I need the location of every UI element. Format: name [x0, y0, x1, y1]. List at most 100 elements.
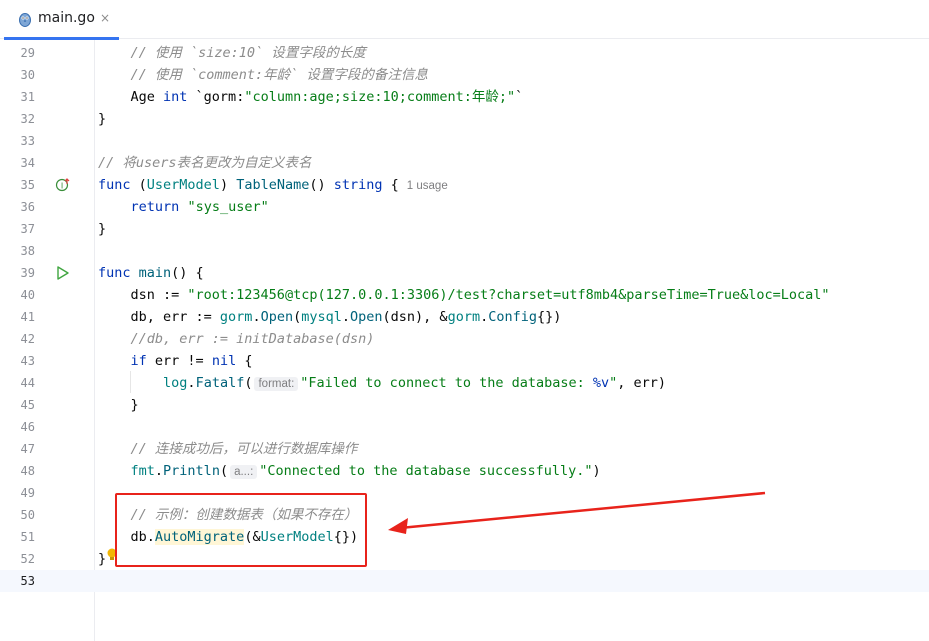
code-token: {}) [537, 309, 562, 325]
svg-text:I: I [61, 182, 63, 191]
code-token: Config [488, 309, 537, 325]
code-token: () { [171, 265, 204, 281]
code-token: gorm [219, 309, 253, 325]
code-line[interactable]: 30 // 使用 `comment:年龄` 设置字段的备注信息 [0, 64, 929, 86]
code-line[interactable]: 32} [0, 108, 929, 130]
code-token: main [138, 265, 172, 281]
annotation-arrow [388, 491, 766, 534]
close-tab-icon[interactable]: × [100, 11, 110, 25]
parameter-hint: format: [254, 377, 299, 391]
code-token: err != [146, 353, 212, 369]
implementation-icon[interactable]: I [55, 177, 71, 193]
code-token: "Failed to connect to the database: [300, 375, 593, 391]
code-line[interactable]: 46 [0, 416, 929, 438]
gopher-icon [19, 13, 31, 27]
code-token: , err) [617, 375, 667, 391]
code-line[interactable]: 29 // 使用 `size:10` 设置字段的长度 [0, 42, 929, 64]
code-token: Open [350, 309, 383, 325]
run-icon[interactable] [55, 265, 71, 281]
line-number: 48 [20, 464, 35, 478]
code-line[interactable]: 41 db, err := gorm.Open(mysql.Open(dsn),… [0, 306, 929, 328]
code-token: Open [260, 309, 294, 325]
code-token: log [163, 375, 188, 391]
line-number: 29 [20, 46, 35, 60]
code-token: // 使用 `size:10` 设置字段的长度 [130, 45, 366, 61]
code-line[interactable]: 31 Age int `gorm:"column:age;size:10;com… [0, 86, 929, 108]
line-number: 43 [20, 354, 35, 368]
code-text: } [98, 394, 139, 416]
code-token: } [98, 221, 107, 237]
line-number: 38 [20, 244, 35, 258]
line-number: 49 [20, 486, 35, 500]
line-number: 37 [20, 222, 35, 236]
line-number: 35 [20, 178, 35, 192]
code-text: func (UserModel) TableName() string {1 u… [98, 174, 448, 197]
line-number: 41 [20, 310, 35, 324]
code-line[interactable]: 45 } [0, 394, 929, 416]
code-line[interactable]: 33 [0, 130, 929, 152]
code-token: } [98, 397, 139, 413]
code-token: ` [515, 89, 524, 105]
annotation-highlight-box [115, 493, 367, 567]
code-token: gorm [447, 309, 481, 325]
code-text: Age int `gorm:"column:age;size:10;commen… [98, 86, 524, 108]
line-number: 32 [20, 112, 35, 126]
code-text: if err != nil { [98, 350, 253, 372]
code-token: ( [293, 309, 302, 325]
code-token: %v [592, 375, 610, 391]
code-token: Age [98, 89, 164, 105]
code-token: fmt [130, 463, 155, 479]
code-token: ) [219, 177, 237, 193]
line-number: 50 [20, 508, 35, 522]
code-token: . [480, 309, 489, 325]
code-token: func [98, 177, 131, 193]
code-text: log.Fatalf(format: "Failed to connect to … [98, 372, 666, 395]
parameter-hint: a...: [230, 465, 258, 479]
tab-main-go[interactable]: main.go × [4, 0, 119, 40]
code-line[interactable]: 37} [0, 218, 929, 240]
code-line[interactable]: 44 log.Fatalf(format: "Failed to connect … [0, 372, 929, 394]
code-text: } [98, 548, 106, 570]
code-token: nil [211, 353, 237, 369]
code-token: string [333, 177, 383, 193]
code-line[interactable]: 53 [0, 570, 929, 592]
code-token: Fatalf [195, 375, 245, 391]
usage-hint[interactable]: 1 usage [407, 180, 448, 192]
code-token: mysql [301, 309, 342, 325]
code-line[interactable]: 43 if err != nil { [0, 350, 929, 372]
code-text: db, err := gorm.Open(mysql.Open(dsn), &g… [98, 306, 562, 328]
code-line[interactable]: 48 fmt.Println(a...: "Connected to the da… [0, 460, 929, 482]
code-line[interactable]: 34 // 将users表名更改为自定义表名 [0, 152, 929, 174]
code-line[interactable]: 40 dsn := "root:123456@tcp(127.0.0.1:330… [0, 284, 929, 306]
tab-filename: main.go [38, 10, 95, 26]
code-text: // 连接成功后，可以进行数据库操作 [98, 438, 358, 460]
code-line[interactable]: 38 [0, 240, 929, 262]
code-line[interactable]: 36 return "sys_user" [0, 196, 929, 218]
code-token: { [236, 353, 253, 369]
code-line[interactable]: 47 // 连接成功后，可以进行数据库操作 [0, 438, 929, 460]
code-text: // 使用 `size:10` 设置字段的长度 [98, 42, 366, 64]
code-text: // 将users表名更改为自定义表名 [98, 152, 312, 174]
code-token: db, err := [98, 309, 220, 325]
indent-guide [130, 371, 131, 393]
code-token: ( [244, 375, 253, 391]
code-line[interactable]: 35 func (UserModel) TableName() string {1… [0, 174, 929, 196]
code-token: } [98, 111, 107, 127]
code-token: "Connected to the database successfully.… [259, 463, 593, 479]
code-line[interactable]: 42 //db, err := initDatabase(dsn) [0, 328, 929, 350]
code-text: return "sys_user" [98, 196, 269, 218]
code-line[interactable]: 39 func main() { [0, 262, 929, 284]
code-token: () [309, 177, 334, 193]
line-number: 39 [20, 266, 35, 280]
line-number: 44 [20, 376, 35, 390]
code-token: if [130, 353, 147, 369]
code-token: . [187, 375, 196, 391]
code-token: . [341, 309, 351, 325]
code-token: func [98, 265, 131, 281]
